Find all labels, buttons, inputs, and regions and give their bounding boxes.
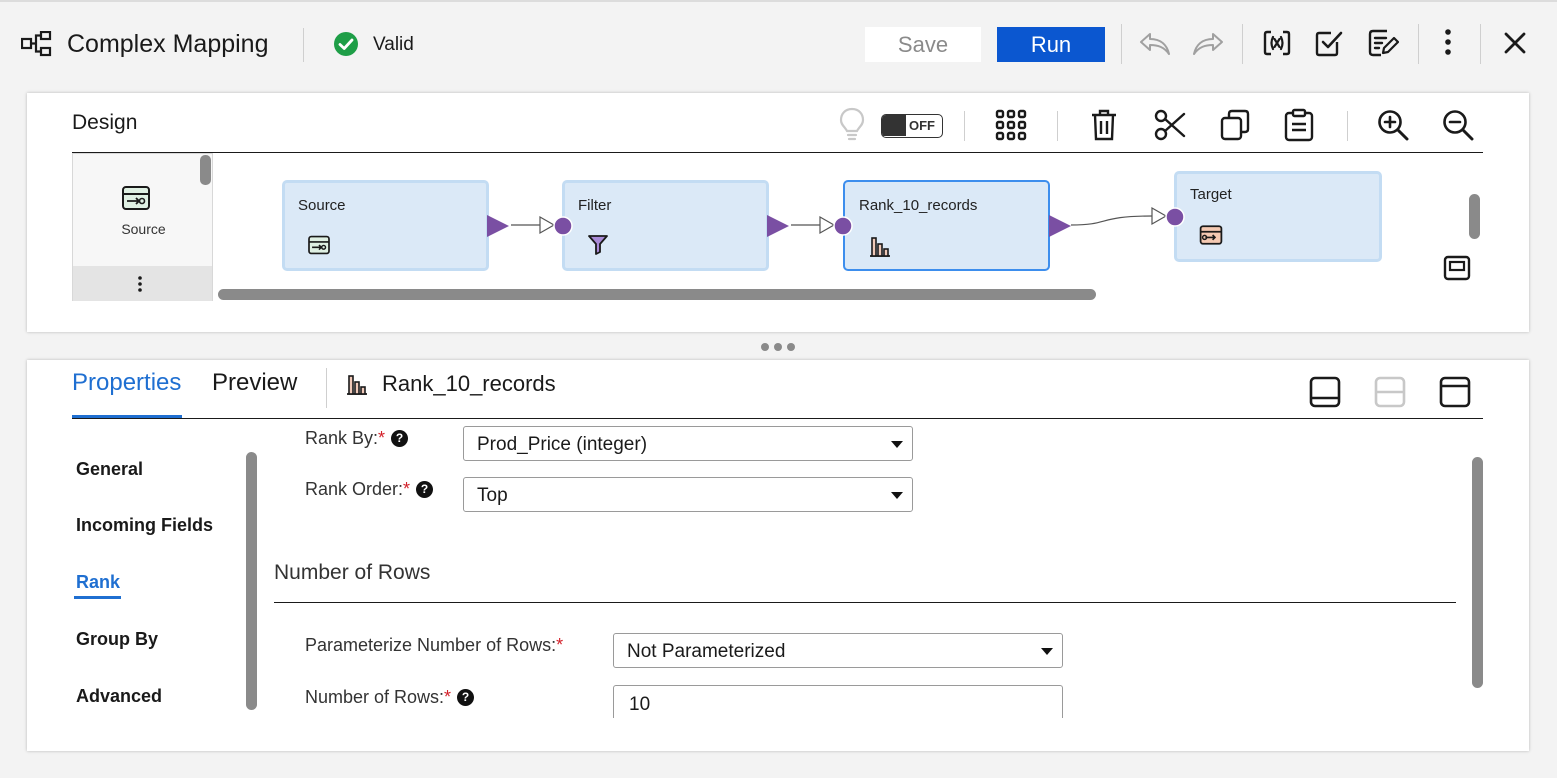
node-label: Source xyxy=(298,197,346,214)
overview-minimap-icon[interactable] xyxy=(1443,255,1471,281)
nav-active-indicator xyxy=(74,596,121,599)
nav-incoming-fields[interactable]: Incoming Fields xyxy=(76,515,213,536)
validation-status: Valid xyxy=(373,34,414,55)
mapping-icon xyxy=(21,31,53,57)
section-divider xyxy=(274,602,1456,603)
header-bar: Complex Mapping Valid Save Run xyxy=(0,2,1557,84)
tabs-bottom-border xyxy=(72,418,1483,419)
help-icon[interactable]: ? xyxy=(457,689,475,706)
number-of-rows-input[interactable]: 10 xyxy=(613,685,1063,718)
more-options-icon[interactable] xyxy=(1440,28,1456,58)
header-divider xyxy=(1418,24,1419,64)
node-filter[interactable]: Filter xyxy=(562,180,769,271)
header-divider xyxy=(303,28,304,62)
canvas-vertical-scrollbar[interactable] xyxy=(1469,194,1480,239)
number-of-rows-label: Number of Rows:*? xyxy=(305,687,475,708)
node-source[interactable]: Source xyxy=(282,180,489,271)
filter-funnel-icon xyxy=(587,233,609,255)
rank-input-port[interactable] xyxy=(831,214,855,238)
design-panel: Design OFF Source Source Filter Rank_10_… xyxy=(27,93,1529,332)
help-icon[interactable]: ? xyxy=(416,481,434,498)
rank-order-value: Top xyxy=(477,485,508,506)
properties-panel: Properties Preview Rank_10_records Gener… xyxy=(27,360,1529,751)
save-button[interactable]: Save xyxy=(865,27,981,62)
mapping-settings-icon[interactable] xyxy=(1367,28,1399,58)
undo-icon[interactable] xyxy=(1138,30,1172,58)
chevron-down-icon xyxy=(891,441,903,448)
canvas-horizontal-scrollbar[interactable] xyxy=(218,289,1096,300)
node-label: Filter xyxy=(578,197,612,214)
panel-resize-handle[interactable] xyxy=(760,342,798,352)
selected-object-name: Rank_10_records xyxy=(382,371,556,396)
parameters-icon[interactable] xyxy=(1262,28,1292,58)
filter-input-port[interactable] xyxy=(551,214,575,238)
section-title-number-of-rows: Number of Rows xyxy=(274,561,431,584)
rank-order-select[interactable]: Top xyxy=(463,477,913,512)
parameterize-label: Parameterize Number of Rows:* xyxy=(305,635,564,655)
header-divider xyxy=(1121,24,1122,64)
nav-scrollbar[interactable] xyxy=(246,452,257,710)
filter-output-port[interactable] xyxy=(765,214,791,238)
chevron-down-icon xyxy=(891,492,903,499)
rank-by-value: Prod_Price (integer) xyxy=(477,434,648,455)
target-icon xyxy=(1199,224,1223,246)
nav-general[interactable]: General xyxy=(76,459,143,480)
number-of-rows-value: 10 xyxy=(629,694,651,715)
nav-group-by[interactable]: Group By xyxy=(76,629,158,650)
mapping-title: Complex Mapping xyxy=(67,30,269,58)
help-icon[interactable]: ? xyxy=(391,430,409,447)
parameterize-select[interactable]: Not Parameterized xyxy=(613,633,1063,668)
tab-preview[interactable]: Preview xyxy=(212,369,297,397)
rank-by-label: Rank By:*? xyxy=(305,428,409,449)
rank-icon xyxy=(868,234,892,258)
chevron-down-icon xyxy=(1041,648,1053,655)
properties-vertical-scrollbar[interactable] xyxy=(1472,457,1483,688)
target-input-port[interactable] xyxy=(1163,205,1187,229)
node-rank[interactable]: Rank_10_records xyxy=(843,180,1050,271)
node-label: Rank_10_records xyxy=(859,197,978,214)
panel-layout-bottom-icon[interactable] xyxy=(1309,376,1341,408)
close-icon[interactable] xyxy=(1503,31,1527,55)
rank-order-label: Rank Order:*? xyxy=(305,479,434,500)
rank-by-select[interactable]: Prod_Price (integer) xyxy=(463,426,913,461)
rank-object-icon xyxy=(345,372,369,396)
nav-rank[interactable]: Rank xyxy=(76,572,120,593)
validate-icon[interactable] xyxy=(1314,28,1344,58)
header-divider xyxy=(1242,24,1243,64)
node-label: Target xyxy=(1190,186,1232,203)
node-target[interactable]: Target xyxy=(1174,171,1382,262)
panel-layout-split-icon[interactable] xyxy=(1374,376,1406,408)
run-button[interactable]: Run xyxy=(997,27,1105,62)
tabs-divider xyxy=(326,368,327,408)
redo-icon[interactable] xyxy=(1191,30,1225,58)
source-output-port[interactable] xyxy=(485,214,511,238)
rank-output-port[interactable] xyxy=(1047,214,1073,238)
valid-check-icon xyxy=(333,31,359,57)
parameterize-value: Not Parameterized xyxy=(627,641,786,662)
tab-properties[interactable]: Properties xyxy=(72,369,181,397)
panel-layout-top-icon[interactable] xyxy=(1439,376,1471,408)
header-divider xyxy=(1480,24,1481,64)
nav-advanced[interactable]: Advanced xyxy=(76,686,162,707)
source-icon xyxy=(307,235,331,255)
